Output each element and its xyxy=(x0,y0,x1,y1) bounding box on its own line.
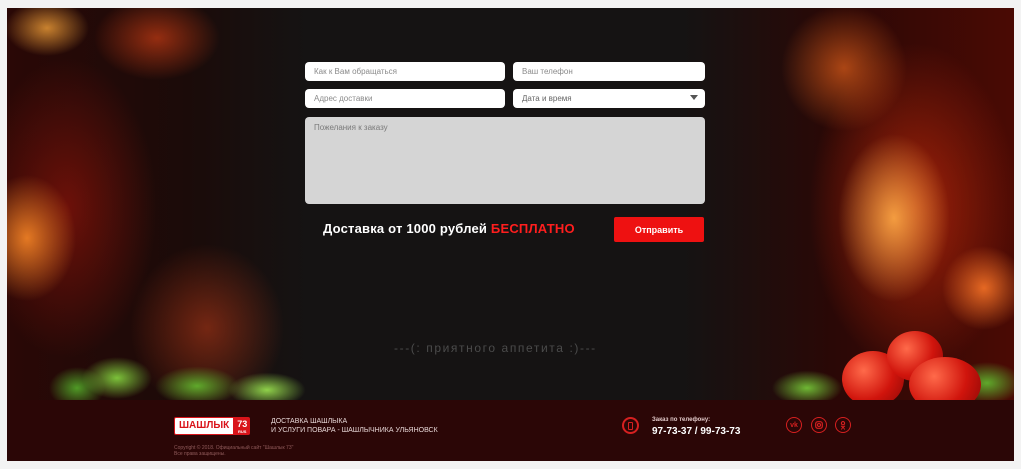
datetime-select[interactable]: Дата и время xyxy=(513,89,705,108)
copyright: Copyright © 2018. Официальный сайт "Шашл… xyxy=(174,445,293,457)
lettuce-decoration-left xyxy=(47,338,317,400)
phone-input[interactable] xyxy=(513,62,705,81)
order-phone-numbers[interactable]: 97-73-37 / 99-73-73 xyxy=(652,426,740,437)
page-stage: Дата и время Доставка от 1000 рублей БЕС… xyxy=(7,8,1014,461)
tagline-line1: ДОСТАВКА ШАШЛЫКА xyxy=(271,418,348,425)
footer: ШАШЛЫК 73 RUS ДОСТАВКА ШАШЛЫКА И УСЛУГИ … xyxy=(7,400,1014,461)
odnoklassniki-icon[interactable] xyxy=(835,417,851,433)
vk-icon[interactable]: vk xyxy=(786,417,802,433)
logo-word: ШАШЛЫК xyxy=(174,417,235,435)
tagline-line2: И УСЛУГИ ПОВАРА - ШАШЛЫЧНИКА УЛЬЯНОВСК xyxy=(271,427,438,434)
free-delivery-notice: Доставка от 1000 рублей БЕСПЛАТНО xyxy=(323,221,575,236)
logo-suffix: RUS xyxy=(238,428,247,434)
footer-tagline: ДОСТАВКА ШАШЛЫКА И УСЛУГИ ПОВАРА - ШАШЛЫ… xyxy=(271,417,438,435)
name-input[interactable] xyxy=(305,62,505,81)
order-phone-label: Заказ по телефону: xyxy=(652,417,711,423)
delivery-text: Доставка от 1000 рублей xyxy=(323,221,488,236)
logo[interactable]: ШАШЛЫК 73 RUS xyxy=(174,417,251,435)
wishes-textarea[interactable] xyxy=(305,117,705,204)
datetime-label: Дата и время xyxy=(522,94,572,103)
address-input[interactable] xyxy=(305,89,505,108)
delivery-free-label: БЕСПЛАТНО xyxy=(490,221,575,236)
flame-decoration-right xyxy=(684,8,1014,400)
logo-number: 73 RUS xyxy=(234,417,251,435)
submit-button[interactable]: Отправить xyxy=(614,217,704,242)
bon-appetit-text: ---(: приятного аппетита :)--- xyxy=(394,341,597,355)
phone-icon[interactable] xyxy=(622,417,639,434)
copyright-line2: Все права защищены. xyxy=(174,451,226,457)
instagram-icon[interactable] xyxy=(811,417,827,433)
logo-number-text: 73 xyxy=(237,418,248,429)
chevron-down-icon xyxy=(690,95,698,100)
